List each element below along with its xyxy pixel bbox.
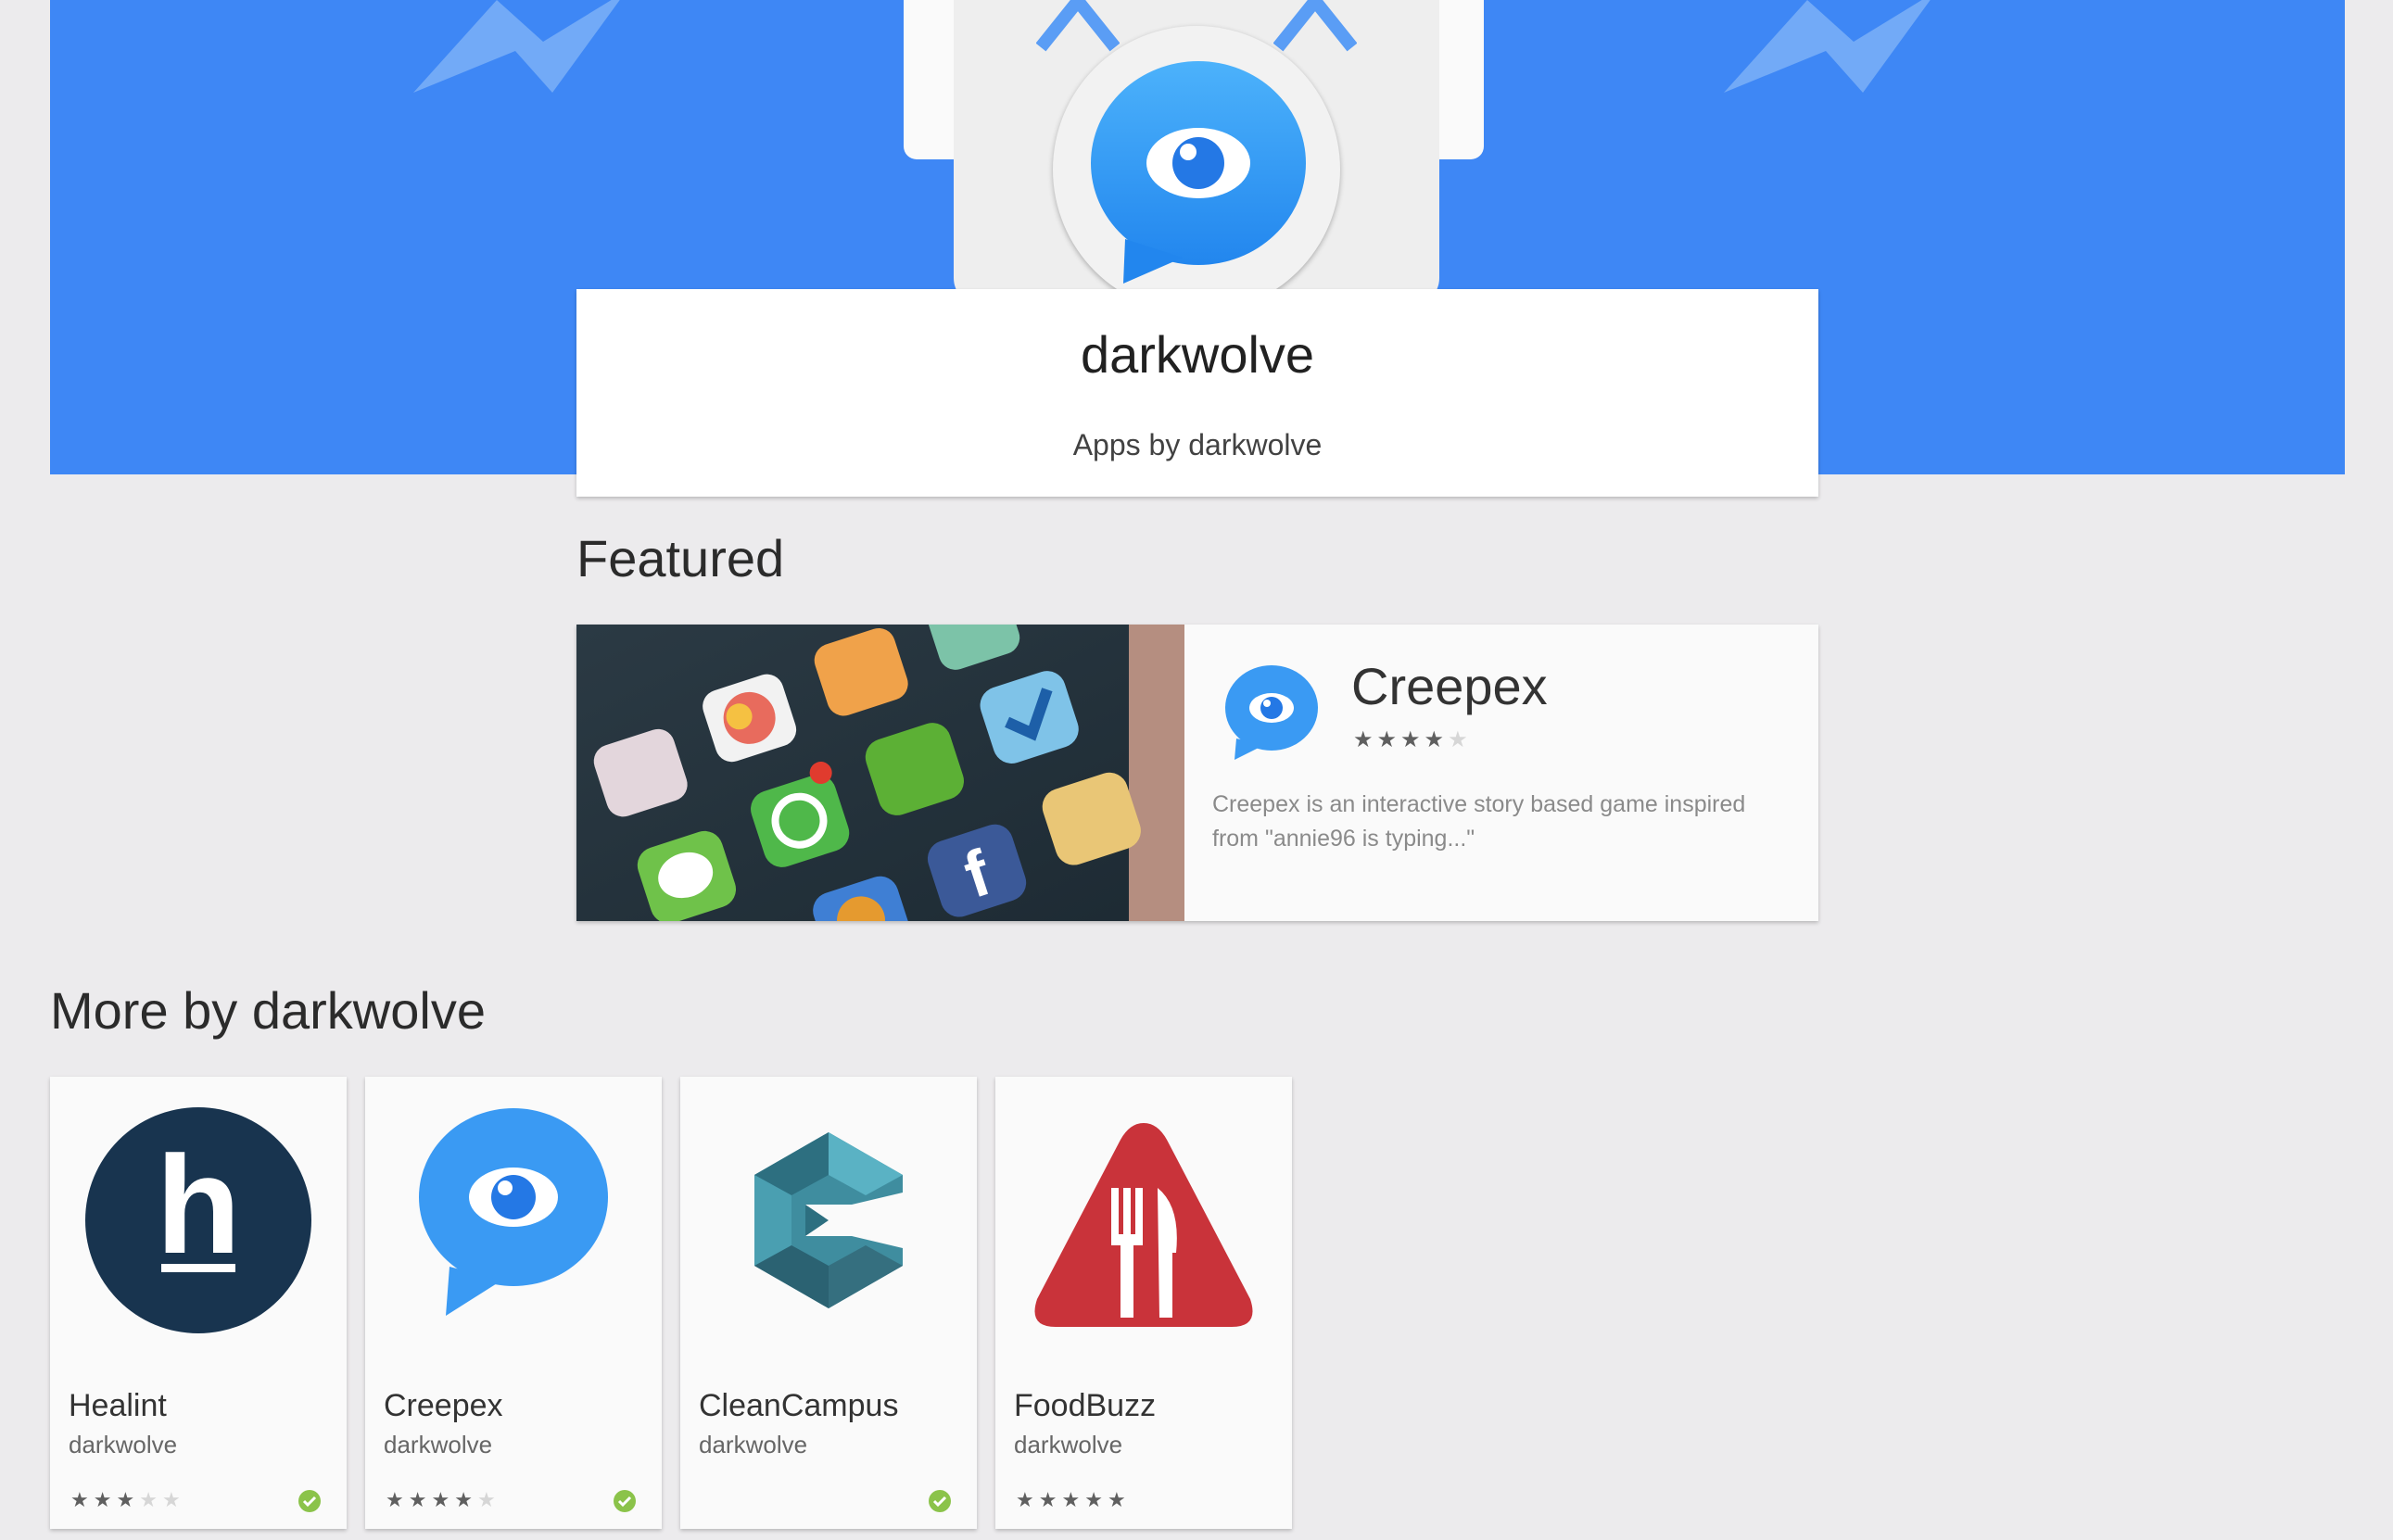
featured-phone-photo: f: [576, 625, 1184, 921]
app-title[interactable]: CleanCampus: [699, 1388, 898, 1424]
featured-app-title[interactable]: Creepex: [1351, 656, 1548, 716]
verified-check-icon: [614, 1490, 636, 1512]
app-developer[interactable]: darkwolve: [69, 1431, 177, 1459]
developer-name: darkwolve: [1080, 325, 1315, 384]
creepex-eye-bubble-icon: [419, 1108, 608, 1316]
featured-app-rating: ★★★★★: [1353, 727, 1472, 752]
messenger-bolt-icon: [1724, 0, 1931, 93]
cleancampus-c-icon: [754, 1132, 903, 1308]
developer-header-card: darkwolve Apps by darkwolve: [576, 289, 1818, 497]
messenger-bolt-icon: [413, 0, 620, 93]
featured-section-title: Featured: [576, 529, 785, 587]
app-title[interactable]: Creepex: [384, 1388, 503, 1424]
app-rating: ★★★★★: [70, 1488, 185, 1511]
app-title[interactable]: FoodBuzz: [1014, 1388, 1156, 1424]
developer-avatar: [1053, 26, 1340, 313]
app-rating: ★★★★★: [386, 1488, 500, 1511]
app-developer[interactable]: darkwolve: [1014, 1431, 1122, 1459]
app-rating: ★★★★★: [1016, 1488, 1131, 1511]
svg-text:h: h: [156, 1127, 241, 1282]
foodbuzz-fork-knife-icon: [1034, 1123, 1253, 1327]
app-card-healint[interactable]: h Healint darkwolve ★★★★★: [50, 1077, 347, 1529]
featured-app-card[interactable]: f Creepex ★★★★★ Creepex is an interactiv…: [576, 625, 1818, 921]
more-section-title: More by darkwolve: [50, 981, 486, 1040]
verified-check-icon: [298, 1490, 321, 1512]
app-card-creepex[interactable]: Creepex darkwolve ★★★★★: [365, 1077, 662, 1529]
creepex-icon: [1225, 665, 1318, 760]
eye-chat-bubble-icon: [1091, 61, 1306, 284]
developer-subtitle: Apps by darkwolve: [1072, 428, 1323, 461]
verified-check-icon: [929, 1490, 951, 1512]
featured-app-description: Creepex is an interactive story based ga…: [1212, 791, 1746, 852]
app-card-foodbuzz[interactable]: FoodBuzz darkwolve ★★★★★: [995, 1077, 1292, 1529]
app-card-cleancampus[interactable]: CleanCampus darkwolve: [680, 1077, 977, 1529]
app-developer[interactable]: darkwolve: [384, 1431, 492, 1459]
healint-h-icon: h: [85, 1107, 311, 1333]
app-title[interactable]: Healint: [69, 1388, 167, 1424]
app-developer[interactable]: darkwolve: [699, 1431, 807, 1459]
